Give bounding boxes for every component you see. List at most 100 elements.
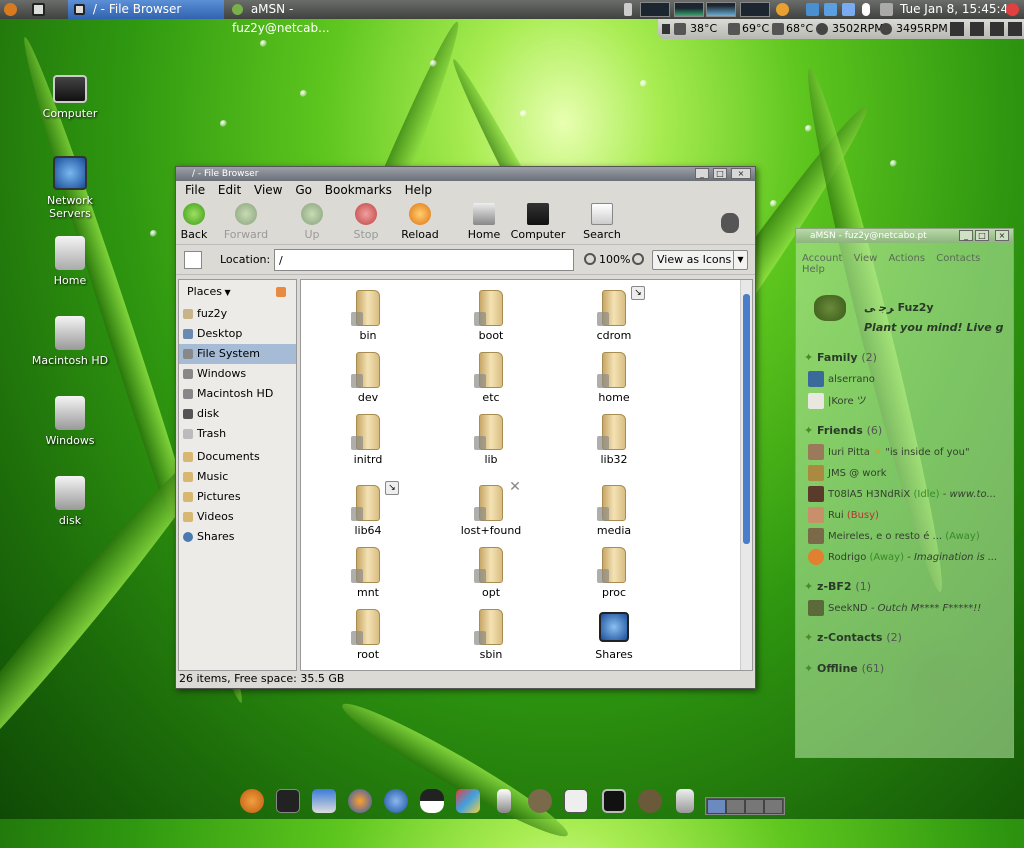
place-music[interactable]: Music bbox=[179, 467, 296, 487]
place-file-system[interactable]: File System bbox=[179, 344, 296, 364]
workspace-2[interactable] bbox=[726, 799, 745, 814]
place-desktop[interactable]: Desktop bbox=[179, 324, 296, 344]
file-item[interactable]: etc bbox=[446, 352, 536, 404]
file-item[interactable]: home bbox=[569, 352, 659, 404]
place-documents[interactable]: Documents bbox=[179, 447, 296, 467]
menu-help[interactable]: Help bbox=[802, 264, 825, 275]
title-bar[interactable]: / - File Browser _ □ × bbox=[176, 167, 755, 181]
file-item[interactable]: ✕ lost+found bbox=[446, 480, 536, 537]
personal-message[interactable]: Plant you mind! Live g bbox=[864, 321, 1003, 334]
file-item[interactable]: sbin bbox=[446, 609, 536, 661]
up-button[interactable]: Up bbox=[284, 203, 340, 241]
file-item[interactable]: bin bbox=[323, 290, 413, 342]
volume-icon[interactable] bbox=[824, 0, 837, 19]
group-z-bf2[interactable]: ✦ z-BF2 (1) bbox=[804, 580, 871, 593]
menu-file[interactable]: File bbox=[185, 183, 205, 197]
arrow-icon[interactable] bbox=[662, 24, 670, 34]
contact-item[interactable]: T08lA5 H3NdRiX (Idle) - www.to... bbox=[808, 486, 996, 502]
maximize-button[interactable]: □ bbox=[975, 230, 989, 241]
amsn-title-bar[interactable]: aMSN - fuz2y@netcabo.pt _ □ × bbox=[796, 229, 1013, 243]
bluetooth-icon[interactable] bbox=[862, 0, 870, 19]
place-pictures[interactable]: Pictures bbox=[179, 487, 296, 507]
place-videos[interactable]: Videos bbox=[179, 507, 296, 527]
user-avatar[interactable] bbox=[814, 295, 846, 321]
desktop-icon-macintosh-hd[interactable]: Macintosh HD bbox=[25, 316, 115, 367]
contact-item[interactable]: alserrano bbox=[808, 371, 875, 387]
gimp-running-icon[interactable] bbox=[638, 789, 662, 813]
ubuntu-launcher-icon[interactable] bbox=[240, 789, 264, 813]
task-amsn[interactable]: aMSN - fuz2y@netcab... bbox=[228, 0, 378, 35]
menu-actions[interactable]: Actions bbox=[889, 253, 926, 264]
file-item[interactable]: lib bbox=[446, 414, 536, 466]
desktop-icon-computer[interactable]: Computer bbox=[25, 75, 115, 120]
inkscape-icon[interactable] bbox=[564, 789, 588, 813]
desktop-icon-network-servers[interactable]: Network Servers bbox=[25, 156, 115, 220]
user-nick[interactable]: ﺮﺟ ﻰ Fuz2y bbox=[864, 301, 934, 314]
workspace-3[interactable] bbox=[745, 799, 764, 814]
forward-button[interactable]: Forward bbox=[218, 203, 274, 241]
thunderbird-icon[interactable] bbox=[384, 789, 408, 813]
workspace-4[interactable] bbox=[764, 799, 783, 814]
terminal-icon[interactable] bbox=[276, 789, 300, 813]
location-input[interactable] bbox=[274, 249, 574, 271]
home-button[interactable]: Home bbox=[456, 203, 512, 241]
display-icon[interactable] bbox=[842, 0, 855, 19]
file-item[interactable]: ↘ cdrom bbox=[569, 286, 659, 342]
trash-dock-icon[interactable] bbox=[676, 789, 694, 813]
firefox-icon[interactable] bbox=[348, 789, 372, 813]
back-button[interactable]: Back bbox=[166, 203, 222, 241]
contact-item[interactable]: Iuri Pitta ☀ "is inside of you" bbox=[808, 444, 970, 460]
file-item[interactable]: dev bbox=[323, 352, 413, 404]
network-icon[interactable] bbox=[806, 0, 819, 19]
file-item[interactable]: ↘ lib64 bbox=[323, 481, 413, 537]
desktop-icon-windows[interactable]: Windows bbox=[25, 396, 115, 447]
group-friends[interactable]: ✦ Friends (6) bbox=[804, 424, 882, 437]
applet-icon[interactable] bbox=[1008, 22, 1022, 36]
task-file-browser[interactable]: / - File Browser bbox=[68, 0, 224, 19]
update-icon[interactable] bbox=[776, 0, 789, 19]
file-item[interactable]: root bbox=[323, 609, 413, 661]
contact-item[interactable]: Rodrigo (Away) - Imagination is ... bbox=[808, 549, 997, 565]
file-item[interactable]: mnt bbox=[323, 547, 413, 599]
network-manager-icon[interactable] bbox=[312, 789, 336, 813]
applet-icon[interactable] bbox=[990, 22, 1004, 36]
group-offline[interactable]: ✦ Offline (61) bbox=[804, 662, 884, 675]
menu-account[interactable]: Account bbox=[802, 253, 842, 264]
search-button[interactable]: Search bbox=[574, 203, 630, 241]
file-item[interactable]: Shares bbox=[569, 609, 659, 661]
menu-view[interactable]: View bbox=[854, 253, 878, 264]
minimize-button[interactable]: _ bbox=[695, 168, 709, 179]
place-macintosh-hd[interactable]: Macintosh HD bbox=[179, 384, 296, 404]
contact-item[interactable]: Meireles, e o resto é ... (Away) bbox=[808, 528, 980, 544]
contact-item[interactable]: Rui (Busy) bbox=[808, 507, 879, 523]
file-item[interactable]: lib32 bbox=[569, 414, 659, 466]
applet-icon[interactable] bbox=[950, 22, 964, 36]
place-fuz2y[interactable]: fuz2y bbox=[179, 304, 296, 324]
menu-bookmarks[interactable]: Bookmarks bbox=[325, 183, 392, 197]
pidgin-penguin-icon[interactable] bbox=[420, 789, 444, 813]
clock[interactable]: Tue Jan 8, 15:45:49 bbox=[900, 0, 1016, 19]
audio-player-icon[interactable] bbox=[497, 789, 511, 813]
amsn-butterfly-icon[interactable] bbox=[456, 789, 480, 813]
close-button[interactable]: × bbox=[995, 230, 1009, 241]
file-item[interactable]: opt bbox=[446, 547, 536, 599]
zoom-out-icon[interactable] bbox=[584, 253, 596, 265]
close-sidebar-icon[interactable] bbox=[276, 287, 286, 297]
menu-help[interactable]: Help bbox=[405, 183, 432, 197]
place-windows[interactable]: Windows bbox=[179, 364, 296, 384]
zoom-in-icon[interactable] bbox=[632, 253, 644, 265]
file-item[interactable]: boot bbox=[446, 290, 536, 342]
minimize-button[interactable]: _ bbox=[959, 230, 973, 241]
workspace-1[interactable] bbox=[707, 799, 726, 814]
edit-location-icon[interactable] bbox=[184, 251, 202, 269]
file-item[interactable]: media bbox=[569, 485, 659, 537]
trash-applet-icon[interactable] bbox=[624, 0, 632, 19]
file-item[interactable]: initrd bbox=[323, 414, 413, 466]
gimp-icon[interactable] bbox=[528, 789, 552, 813]
menu-edit[interactable]: Edit bbox=[218, 183, 241, 197]
power-icon[interactable] bbox=[1006, 0, 1019, 19]
file-browser-dock-icon[interactable] bbox=[602, 789, 626, 813]
vertical-scrollbar[interactable] bbox=[740, 280, 752, 670]
maximize-button[interactable]: □ bbox=[713, 168, 727, 179]
mail-icon[interactable] bbox=[880, 0, 893, 19]
